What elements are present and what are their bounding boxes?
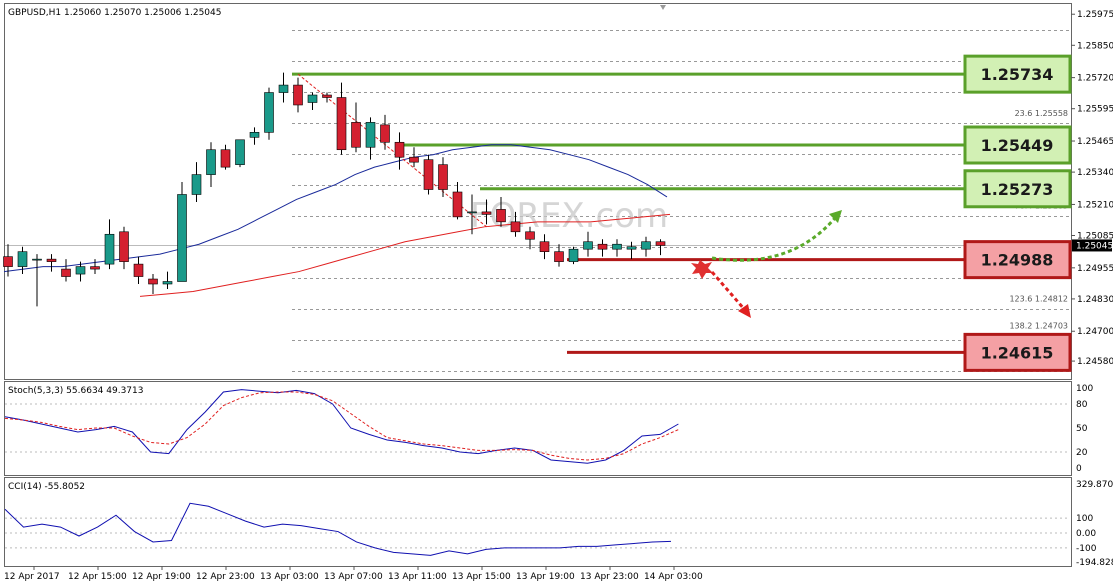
price-tick-label: 1.25975 bbox=[1077, 10, 1113, 20]
stoch-tick-label: 80 bbox=[1076, 400, 1088, 410]
time-label: 12 Apr 2017 bbox=[4, 572, 60, 582]
bull-candle bbox=[17, 251, 28, 267]
bull-candle bbox=[307, 94, 318, 103]
bear-candle bbox=[452, 191, 463, 218]
bull-candle bbox=[32, 258, 42, 261]
bull-candle bbox=[278, 84, 289, 93]
bear-candle bbox=[655, 241, 666, 246]
level-value: 1.25449 bbox=[981, 136, 1054, 155]
bear-candle bbox=[597, 243, 608, 250]
time-label: 12 Apr 15:00 bbox=[68, 572, 127, 582]
price-tick-label: 1.24830 bbox=[1077, 295, 1113, 305]
bear-candle bbox=[351, 122, 361, 148]
bull-candle bbox=[626, 246, 637, 250]
stoch-tick-label: 20 bbox=[1076, 448, 1088, 458]
level-value: 1.24615 bbox=[981, 343, 1054, 362]
bull-candle bbox=[568, 248, 579, 262]
cci-tick-label: 329.8706 bbox=[1076, 480, 1113, 490]
bull-candle bbox=[467, 211, 477, 214]
forex-chart: 23.6 1.2555838.2 1.2538276.4 1.25185123.… bbox=[3, 3, 1113, 582]
bear-candle bbox=[539, 241, 550, 252]
bear-candle bbox=[496, 209, 506, 223]
bear-candle bbox=[293, 84, 303, 106]
bull-candle bbox=[235, 139, 245, 165]
bull-candle bbox=[191, 174, 202, 195]
bull-candle bbox=[162, 281, 173, 285]
bull-candle bbox=[641, 241, 651, 250]
bull-candle bbox=[365, 122, 376, 148]
price-tick-label: 1.25210 bbox=[1077, 200, 1113, 210]
bear-candle bbox=[90, 266, 100, 270]
bear-candle bbox=[220, 149, 231, 168]
fib-label: 23.6 1.25558 bbox=[1015, 109, 1068, 118]
bear-candle bbox=[481, 211, 492, 215]
stoch-title: Stoch(5,3,3) 55.6634 49.3713 bbox=[8, 386, 143, 396]
bull-candle bbox=[177, 194, 187, 282]
main-panel-frame bbox=[4, 3, 1072, 380]
time-label: 13 Apr 23:00 bbox=[580, 572, 639, 582]
bear-candle bbox=[46, 258, 57, 262]
bull-candle bbox=[583, 241, 593, 250]
bear-candle bbox=[380, 124, 390, 143]
level-value: 1.25734 bbox=[981, 65, 1054, 84]
bear-candle bbox=[423, 159, 434, 190]
fib-label: 138.2 1.24703 bbox=[1009, 321, 1068, 330]
time-label: 13 Apr 03:00 bbox=[260, 572, 319, 582]
stoch-tick-label: 50 bbox=[1076, 424, 1088, 434]
cci-tick-label: 100 bbox=[1076, 514, 1093, 524]
bear-candle bbox=[409, 156, 419, 163]
bear-candle bbox=[394, 141, 405, 158]
bear-candle bbox=[336, 97, 347, 151]
bull-candle bbox=[264, 92, 274, 133]
price-tick-label: 1.25850 bbox=[1077, 41, 1113, 51]
time-label: 13 Apr 19:00 bbox=[516, 572, 575, 582]
bear-candle bbox=[525, 231, 535, 240]
bear-candle bbox=[322, 94, 332, 98]
bear-candle bbox=[510, 221, 521, 233]
bull-candle bbox=[75, 266, 86, 275]
fib-label: 123.6 1.24812 bbox=[1009, 294, 1068, 303]
bear-candle bbox=[438, 164, 448, 190]
bear-candle bbox=[133, 263, 144, 277]
bear-candle bbox=[148, 278, 158, 285]
stoch-tick-label: 0 bbox=[1076, 464, 1082, 474]
time-label: 13 Apr 15:00 bbox=[452, 572, 511, 582]
price-axis: 1.25975 1.25850 1.25720 1.25595 1.25465 1.253… bbox=[1071, 10, 1113, 367]
price-tick-label: 1.24700 bbox=[1077, 327, 1113, 337]
time-label: 13 Apr 07:00 bbox=[324, 572, 383, 582]
price-tick-label: 1.25720 bbox=[1077, 74, 1113, 84]
cci-tick-label: -194.8288 bbox=[1076, 558, 1113, 568]
cci-tick-label: -100 bbox=[1076, 544, 1097, 554]
bull-candle bbox=[206, 149, 216, 175]
bull-candle bbox=[104, 233, 115, 265]
price-tick-label: 1.25465 bbox=[1077, 137, 1113, 147]
time-axis: 12 Apr 2017 12 Apr 15:00 12 Apr 19:00 12 Ap… bbox=[4, 566, 703, 582]
price-tick-label: 1.24580 bbox=[1077, 357, 1113, 367]
bear-candle bbox=[119, 231, 129, 262]
bear-candle bbox=[554, 251, 564, 262]
bull-candle bbox=[612, 243, 622, 250]
bear-candle bbox=[3, 256, 13, 267]
level-value: 1.24988 bbox=[981, 251, 1054, 270]
bull-candle bbox=[249, 132, 260, 138]
cci-panel-frame bbox=[4, 477, 1072, 567]
cci-tick-label: 0.00 bbox=[1076, 529, 1096, 539]
stoch-tick-label: 100 bbox=[1076, 384, 1093, 394]
symbol-header: GBPUSD,H1 1.25060 1.25070 1.25006 1.2504… bbox=[8, 8, 221, 18]
cci-title: CCI(14) -55.8052 bbox=[8, 482, 85, 492]
level-value: 1.25273 bbox=[981, 180, 1054, 199]
time-label: 13 Apr 11:00 bbox=[388, 572, 447, 582]
stoch-panel-frame bbox=[4, 381, 1072, 476]
price-tick-label: 1.24955 bbox=[1077, 264, 1113, 274]
time-label: 14 Apr 03:00 bbox=[644, 572, 703, 582]
bear-candle bbox=[61, 268, 71, 277]
time-label: 12 Apr 19:00 bbox=[132, 572, 191, 582]
price-tick-label: 1.25595 bbox=[1077, 105, 1113, 115]
current-price-label: 1.25045 bbox=[1076, 241, 1113, 251]
time-label: 12 Apr 23:00 bbox=[196, 572, 255, 582]
price-tick-label: 1.25340 bbox=[1077, 168, 1113, 178]
